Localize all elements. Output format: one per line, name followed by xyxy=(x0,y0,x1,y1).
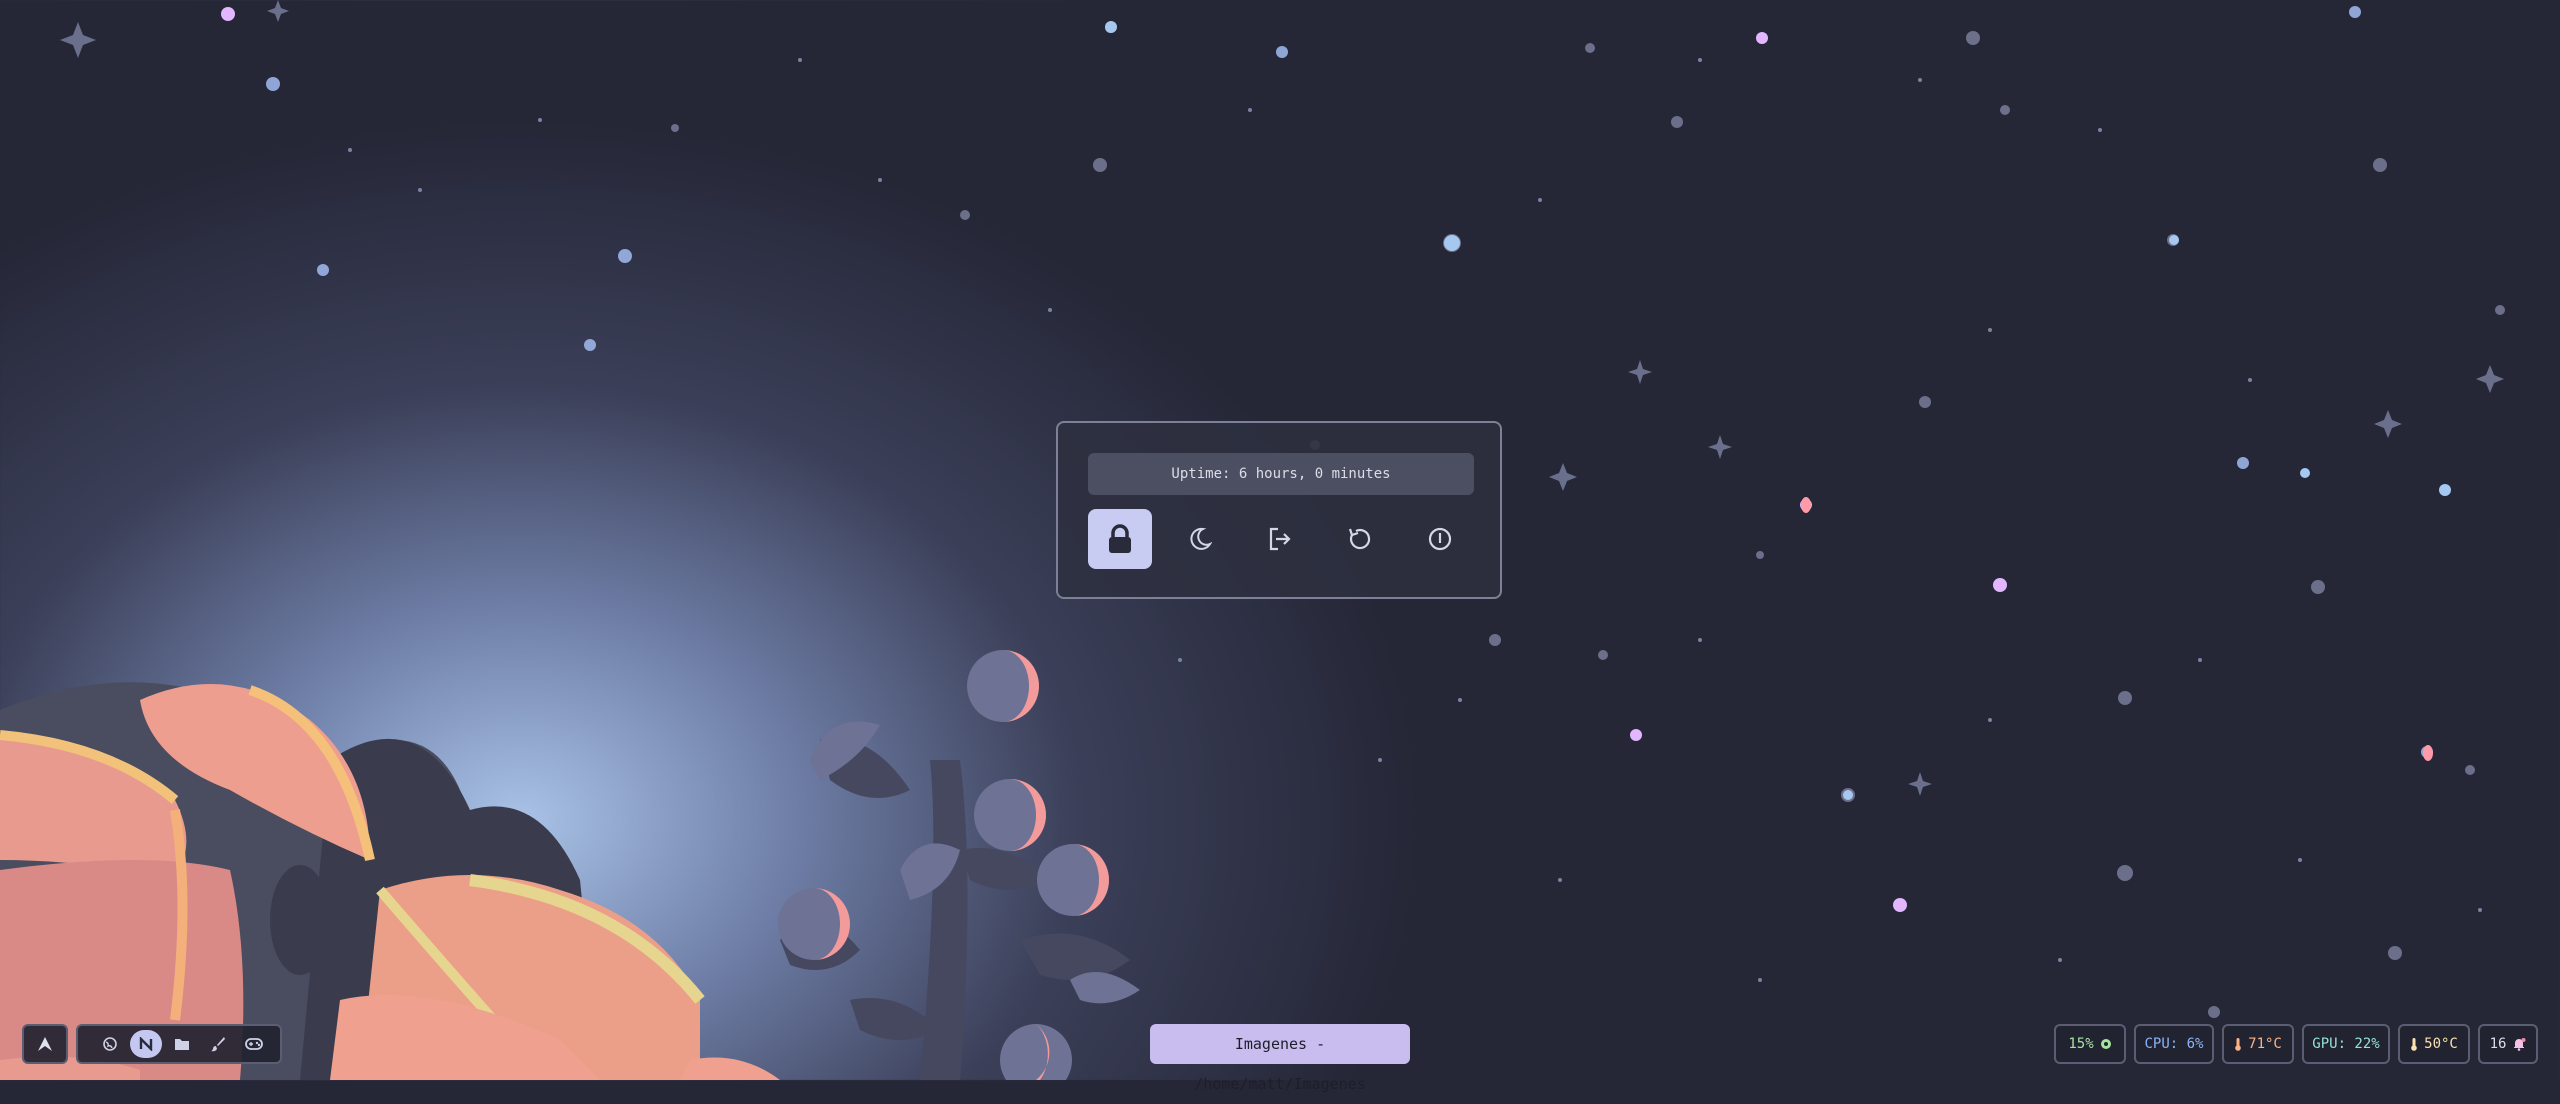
reboot-icon xyxy=(1348,528,1371,550)
gpu-widget[interactable]: GPU: 22% xyxy=(2302,1024,2390,1064)
power-info-icon xyxy=(1428,527,1452,551)
workspaces-bar xyxy=(76,1024,282,1064)
memory-usage: 15% xyxy=(2068,1036,2094,1052)
thermometer-icon xyxy=(2235,1038,2241,1051)
moon-icon xyxy=(1190,527,1212,550)
memory-icon xyxy=(2100,1039,2111,1049)
notification-count: 16 xyxy=(2489,1036,2507,1052)
arch-logo-icon xyxy=(38,1037,52,1051)
notifications-widget[interactable]: 16 xyxy=(2478,1024,2538,1064)
gamepad-icon xyxy=(245,1038,263,1050)
workspace-3[interactable] xyxy=(166,1030,198,1058)
bell-icon xyxy=(2514,1038,2526,1051)
gpu-temperature: 50°C xyxy=(2424,1036,2458,1052)
power-menu-dialog: Uptime: 6 hours, 0 minutes xyxy=(1056,421,1502,599)
lock-icon xyxy=(1109,524,1131,553)
cpu-temperature: 71°C xyxy=(2248,1036,2282,1052)
logout-button[interactable] xyxy=(1248,509,1312,569)
gpu-usage: GPU: 22% xyxy=(2312,1036,2380,1052)
logout-icon xyxy=(1269,527,1291,551)
brush-icon xyxy=(211,1037,225,1052)
gpu-temp-widget[interactable]: 50°C xyxy=(2398,1024,2470,1064)
workspace-2[interactable] xyxy=(130,1030,162,1058)
cpu-usage: CPU: 6% xyxy=(2144,1036,2204,1052)
suspend-button[interactable] xyxy=(1168,509,1232,569)
launcher-button[interactable] xyxy=(22,1024,68,1064)
workspace-1[interactable] xyxy=(94,1030,126,1058)
cpu-temp-widget[interactable]: 71°C xyxy=(2222,1024,2294,1064)
reboot-button[interactable] xyxy=(1328,509,1392,569)
folder-icon xyxy=(175,1039,189,1050)
neovim-icon xyxy=(139,1037,153,1051)
lock-button[interactable] xyxy=(1088,509,1152,569)
cpu-widget[interactable]: CPU: 6% xyxy=(2134,1024,2214,1064)
globe-icon xyxy=(103,1037,117,1051)
active-window-title[interactable]: Imagenes - /home/matt/Imagenes xyxy=(1150,1024,1410,1093)
workspace-5[interactable] xyxy=(238,1030,270,1058)
workspace-4[interactable] xyxy=(202,1030,234,1058)
memory-widget[interactable]: 15% xyxy=(2054,1024,2126,1064)
shutdown-button[interactable] xyxy=(1408,509,1472,569)
thermometer-icon xyxy=(2411,1038,2417,1051)
uptime-label: Uptime: 6 hours, 0 minutes xyxy=(1088,453,1474,495)
